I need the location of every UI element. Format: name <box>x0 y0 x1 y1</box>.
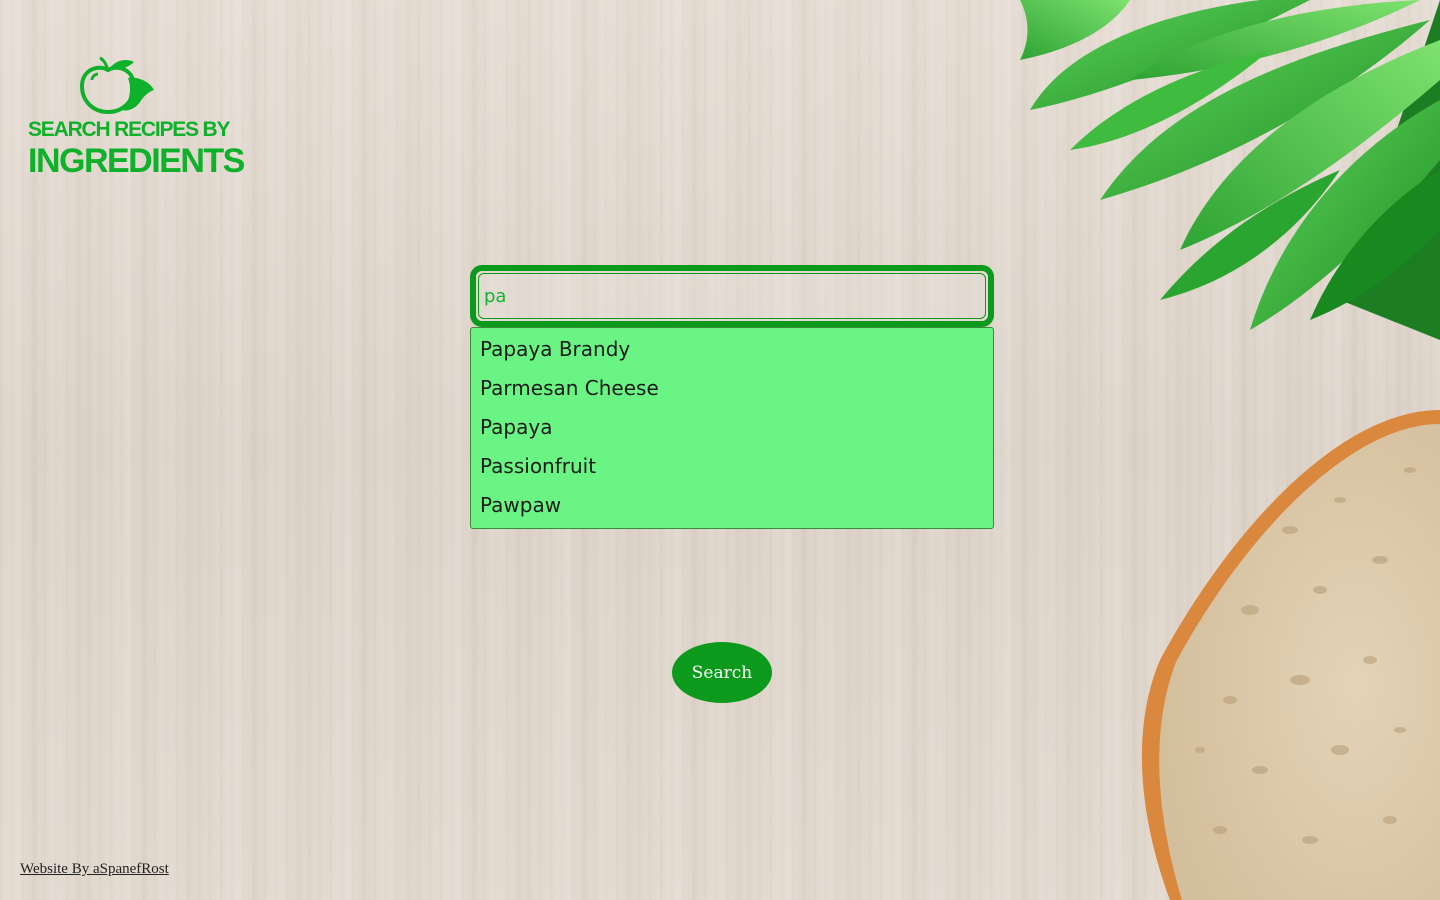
ingredient-search-input[interactable] <box>484 283 964 309</box>
bread-image <box>1141 410 1440 900</box>
suggestion-item[interactable]: Passionfruit <box>471 447 993 486</box>
logo-title-line2: INGREDIENTS <box>28 142 245 180</box>
suggestion-item[interactable]: Parmesan Cheese <box>471 369 993 408</box>
autocomplete-list: Papaya Brandy Parmesan Cheese Papaya Pas… <box>470 327 994 529</box>
suggestion-item[interactable]: Papaya Brandy <box>471 330 993 369</box>
suggestion-item[interactable]: Papaya <box>471 408 993 447</box>
site-logo: SEARCH RECIPES BY INGREDIENTS <box>26 56 245 186</box>
leaves-image <box>1020 0 1440 340</box>
suggestion-item[interactable]: Pawpaw <box>471 486 993 525</box>
apple-icon <box>79 56 154 115</box>
search-button[interactable]: Search <box>672 642 772 703</box>
credit-link[interactable]: Website By aSpanefRost <box>20 861 169 878</box>
ingredient-search-box[interactable] <box>470 265 994 327</box>
logo-title-line1: SEARCH RECIPES BY <box>28 118 231 141</box>
